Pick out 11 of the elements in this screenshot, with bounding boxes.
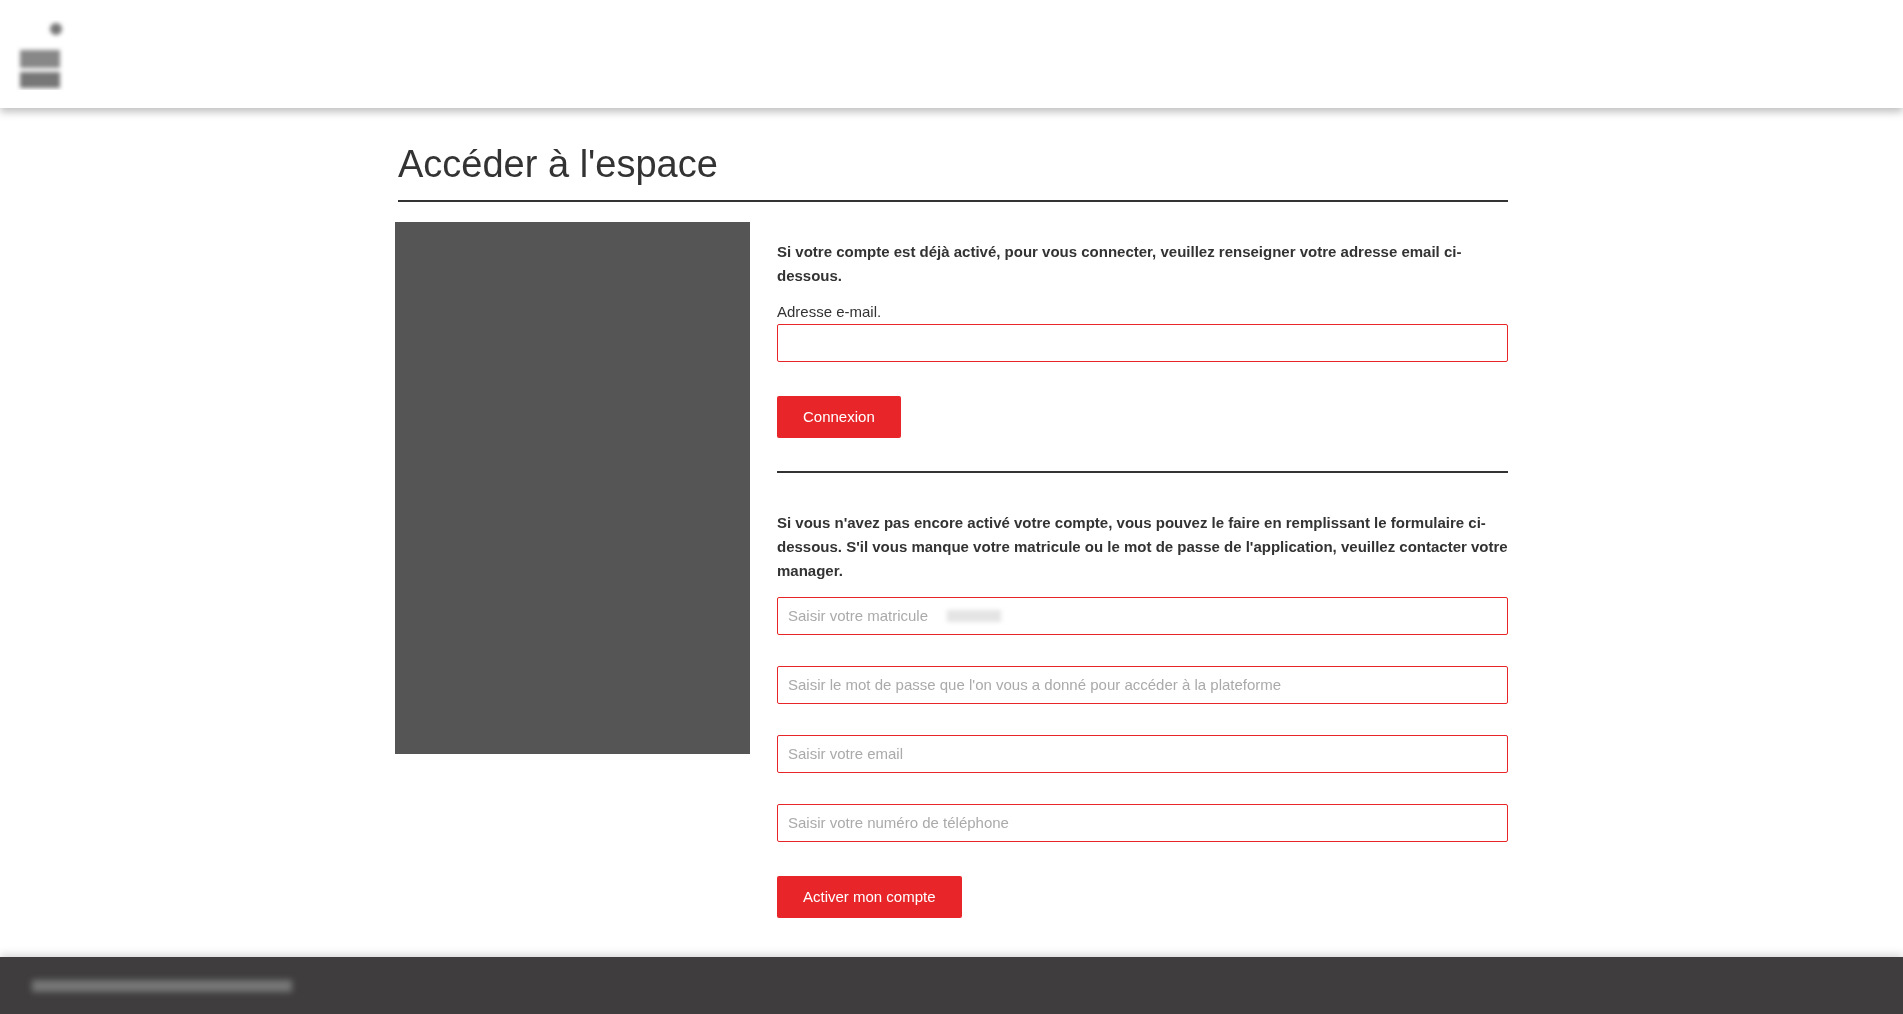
activate-button[interactable]: Activer mon compte xyxy=(777,875,962,918)
login-button[interactable]: Connexion xyxy=(777,395,901,438)
input-field[interactable]: Saisir votre numéro de téléphone xyxy=(777,803,1508,842)
input-field[interactable]: Saisir votre matricule xyxy=(777,596,1508,635)
page-title: Accéder à l'espace xyxy=(398,142,719,187)
input-field[interactable]: Saisir le mot de passe que l'on vous a donné pour accéder à la plateforme xyxy=(777,665,1508,704)
email-field[interactable] xyxy=(777,323,1508,362)
input-field[interactable]: Saisir votre email xyxy=(777,734,1508,773)
email-label: Adresse e-mail. xyxy=(777,301,883,322)
login-instructions: Si votre compte est déjà activé, pour vous connecter, veuillez renseigner votre adresse email ci-dessous. xyxy=(777,241,1463,286)
activation-instructions: Si vous n'avez pas encore activé votre compte, vous pouvez le faire en remplissant le formulaire ci-dessous. S'il vous manque votre matricule ou le mot de passe de l'application, veuillez contacter votre manager. xyxy=(777,512,1508,581)
